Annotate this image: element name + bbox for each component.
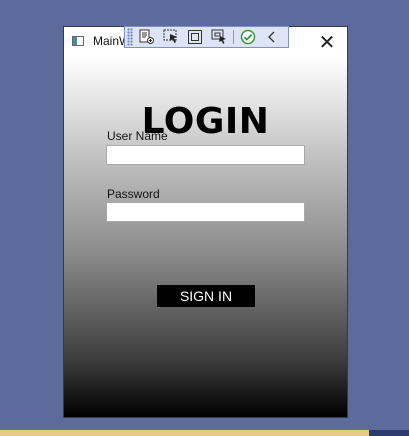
close-button[interactable]: ✕	[315, 31, 339, 53]
select-element-icon[interactable]	[161, 28, 181, 46]
binding-check-icon[interactable]	[238, 28, 258, 46]
sign-in-button[interactable]: SIGN IN	[157, 285, 255, 307]
app-window-icon	[72, 36, 84, 46]
login-panel: LOGIN User Name Password SIGN IN	[64, 57, 347, 417]
display-layout-adorners-icon[interactable]	[185, 28, 205, 46]
password-label: Password	[107, 187, 160, 201]
taskbar	[0, 430, 409, 436]
xaml-debug-toolbar	[124, 26, 289, 48]
username-input[interactable]	[106, 145, 305, 165]
collapse-chevron-icon[interactable]	[262, 28, 282, 46]
track-focused-element-icon[interactable]	[209, 28, 229, 46]
username-label: User Name	[107, 129, 168, 143]
toolbar-grip-handle[interactable]	[127, 28, 133, 46]
live-visual-tree-icon[interactable]	[137, 28, 157, 46]
main-window: MainW ✕ LOGIN User Name Password SIGN IN	[63, 26, 348, 418]
toolbar-separator	[233, 30, 234, 44]
taskbar-edge	[369, 430, 409, 436]
password-input[interactable]	[106, 202, 305, 222]
